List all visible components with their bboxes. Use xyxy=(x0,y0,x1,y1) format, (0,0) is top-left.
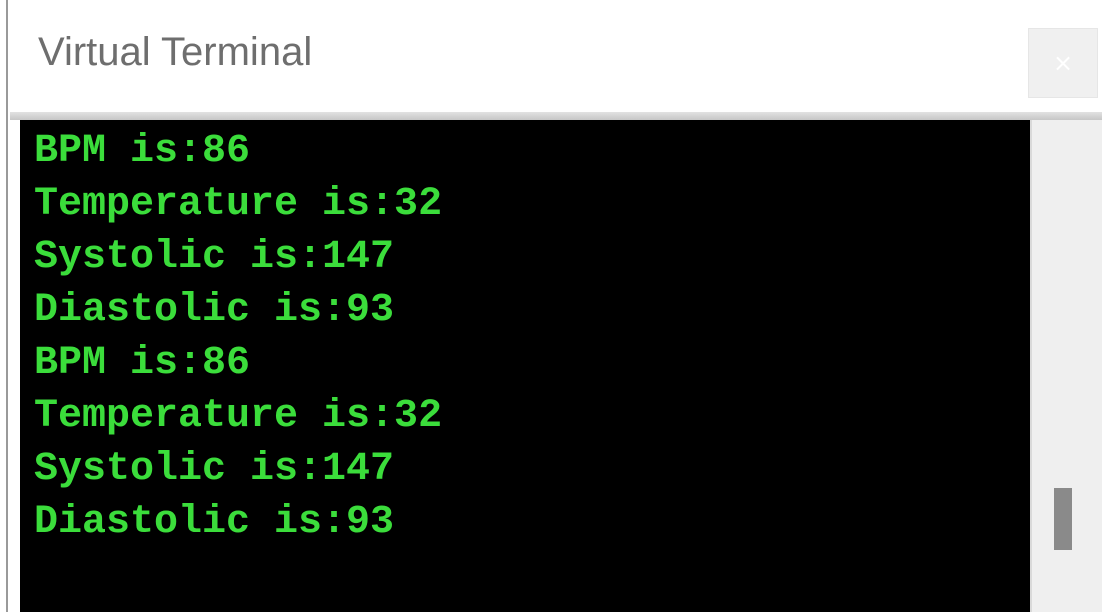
window-left-border xyxy=(0,0,8,612)
close-icon: × xyxy=(1052,49,1074,77)
terminal-line: Diastolic is:93 xyxy=(34,500,395,545)
window-title: Virtual Terminal xyxy=(38,30,313,74)
terminal-line: Temperature is:32 xyxy=(34,394,443,439)
terminal-line: BPM is:86 xyxy=(34,341,251,386)
title-bar[interactable]: Virtual Terminal × xyxy=(10,0,1102,112)
close-button[interactable]: × xyxy=(1028,28,1098,98)
terminal-line: Systolic is:147 xyxy=(34,447,395,492)
scrollbar-thumb[interactable] xyxy=(1054,488,1072,550)
virtual-terminal-window: Virtual Terminal × BPM is:86 Temperature… xyxy=(0,0,1102,612)
vertical-scrollbar[interactable] xyxy=(1030,120,1102,612)
title-divider xyxy=(10,112,1102,120)
terminal-line: Temperature is:32 xyxy=(34,182,443,227)
terminal-output[interactable]: BPM is:86 Temperature is:32 Systolic is:… xyxy=(20,120,1030,612)
terminal-line: Systolic is:147 xyxy=(34,235,395,280)
terminal-line: BPM is:86 xyxy=(34,129,251,174)
terminal-line: Diastolic is:93 xyxy=(34,288,395,333)
